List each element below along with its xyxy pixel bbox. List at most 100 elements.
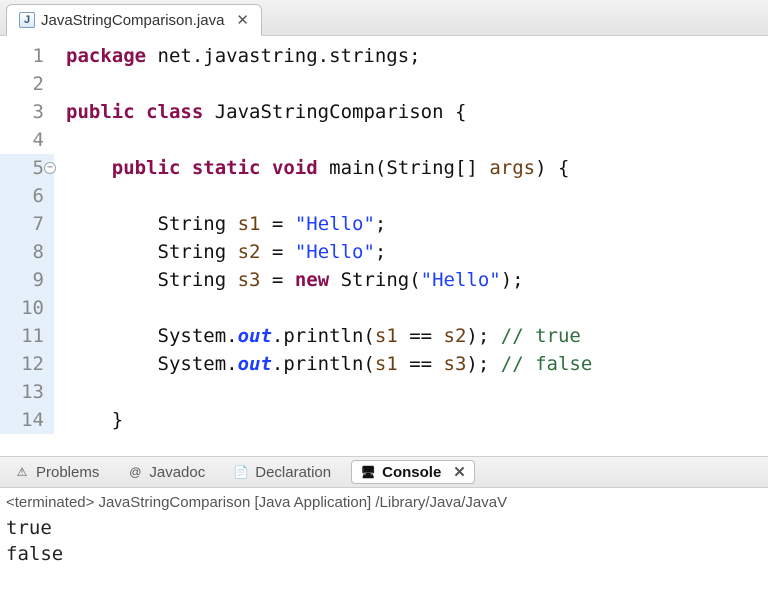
code-line[interactable]: public static void main(String[] args) { (54, 154, 768, 182)
editor-tabbar: JavaStringComparison.java ✕ (0, 0, 768, 36)
views-tabbar: ⚠︎ Problems @Javadoc 📄Declaration 🖥 Console ✕ (0, 456, 768, 488)
code-token-kw: void (272, 157, 318, 179)
code-token-pl (66, 157, 112, 179)
editor-body: 12345−67891011121314 package net.javastr… (0, 36, 768, 456)
view-tab-label: Declaration (255, 464, 331, 481)
code-token-brn: s1 (375, 325, 398, 347)
line-number: 8 (0, 238, 54, 266)
view-tab-javadoc[interactable]: @Javadoc (119, 462, 213, 483)
code-token-pl: .println( (272, 353, 375, 375)
code-token-pl: System. (66, 353, 238, 375)
line-number: 6 (0, 182, 54, 210)
code-token-fld: out (238, 325, 272, 347)
view-tab-declaration[interactable]: 📄Declaration (225, 462, 339, 483)
code-token-brn: s2 (238, 241, 261, 263)
line-number: 5− (0, 154, 54, 182)
code-line[interactable]: String s1 = "Hello"; (54, 210, 768, 238)
line-number: 11 (0, 322, 54, 350)
line-number: 3 (0, 98, 54, 126)
view-tab-problems[interactable]: ⚠︎ Problems (6, 462, 107, 483)
console-view: <terminated> JavaStringComparison [Java … (0, 488, 768, 573)
code-token-kw: class (146, 101, 203, 123)
close-icon[interactable]: ✕ (236, 11, 249, 29)
console-status: <terminated> JavaStringComparison [Java … (6, 494, 762, 511)
console-output: truefalse (6, 511, 762, 567)
code-token-pl: = (260, 269, 294, 291)
code-token-pl (180, 157, 191, 179)
code-token-pl: ; (375, 241, 386, 263)
code-line[interactable]: public class JavaStringComparison { (54, 98, 768, 126)
editor-tab-active[interactable]: JavaStringComparison.java ✕ (6, 4, 262, 36)
code-line[interactable]: String s2 = "Hello"; (54, 238, 768, 266)
code-line[interactable] (54, 70, 768, 98)
code-token-pl: ); (466, 325, 500, 347)
code-token-pl: String (66, 269, 238, 291)
code-line[interactable]: } (54, 406, 768, 434)
line-number: 2 (0, 70, 54, 98)
view-tab-label: Javadoc (149, 464, 205, 481)
code-token-kw: package (66, 45, 146, 67)
console-icon: 🖥 (360, 464, 376, 480)
close-icon[interactable]: ✕ (453, 463, 466, 481)
view-tab-label: Problems (36, 464, 99, 481)
code-token-brn: args (489, 157, 535, 179)
code-token-str: "Hello" (295, 241, 375, 263)
code-token-pl: == (398, 325, 444, 347)
code-token-pl: ); (501, 269, 524, 291)
code-line[interactable]: String s3 = new String("Hello"); (54, 266, 768, 294)
code-token-kw: public (66, 101, 135, 123)
code-token-pl: String( (329, 269, 421, 291)
code-token-pl: == (398, 353, 444, 375)
code-token-cmt: // true (501, 325, 581, 347)
line-number: 13 (0, 378, 54, 406)
code-token-pl: ); (466, 353, 500, 375)
line-number: 4 (0, 126, 54, 154)
code-token-pl (135, 101, 146, 123)
editor-tab-title: JavaStringComparison.java (41, 12, 224, 29)
code-token-brn: s1 (238, 213, 261, 235)
line-number: 7 (0, 210, 54, 238)
view-tab-label: Console (382, 464, 441, 481)
code-token-pl: JavaStringComparison { (203, 101, 466, 123)
code-token-brn: s3 (238, 269, 261, 291)
code-line[interactable]: package net.javastring.strings; (54, 42, 768, 70)
fold-icon[interactable]: − (44, 162, 56, 174)
code-token-kw: new (295, 269, 329, 291)
java-file-icon (19, 12, 35, 28)
code-token-pl: main(String[] (318, 157, 490, 179)
code-line[interactable]: System.out.println(s1 == s2); // true (54, 322, 768, 350)
code-line[interactable] (54, 126, 768, 154)
code-token-brn: s3 (444, 353, 467, 375)
code-token-kw: static (192, 157, 261, 179)
warning-icon: ⚠︎ (14, 464, 30, 480)
code-token-pl: ) { (535, 157, 569, 179)
line-number: 12 (0, 350, 54, 378)
code-line[interactable] (54, 182, 768, 210)
code-line[interactable] (54, 294, 768, 322)
line-number: 1 (0, 42, 54, 70)
code-token-fld: out (238, 353, 272, 375)
code-token-cmt: // false (501, 353, 593, 375)
editor-gutter: 12345−67891011121314 (0, 36, 54, 456)
code-token-brn: s1 (375, 353, 398, 375)
code-token-pl: String (66, 213, 238, 235)
code-token-pl: net.javastring.strings; (146, 45, 421, 67)
code-token-pl: } (66, 409, 123, 431)
code-token-pl: System. (66, 325, 238, 347)
view-tab-console[interactable]: 🖥 Console ✕ (351, 460, 475, 484)
editor-code[interactable]: package net.javastring.strings; public cl… (54, 36, 768, 456)
code-line[interactable] (54, 378, 768, 406)
code-token-brn: s2 (444, 325, 467, 347)
console-output-line: false (6, 541, 762, 567)
code-token-pl: = (260, 213, 294, 235)
code-token-pl: = (260, 241, 294, 263)
code-token-pl (261, 157, 272, 179)
code-token-str: "Hello" (421, 269, 501, 291)
line-number: 9 (0, 266, 54, 294)
console-output-line: true (6, 515, 762, 541)
code-token-kw: public (112, 157, 181, 179)
line-number: 14 (0, 406, 54, 434)
line-number: 10 (0, 294, 54, 322)
code-line[interactable]: System.out.println(s1 == s3); // false (54, 350, 768, 378)
code-token-pl: .println( (272, 325, 375, 347)
